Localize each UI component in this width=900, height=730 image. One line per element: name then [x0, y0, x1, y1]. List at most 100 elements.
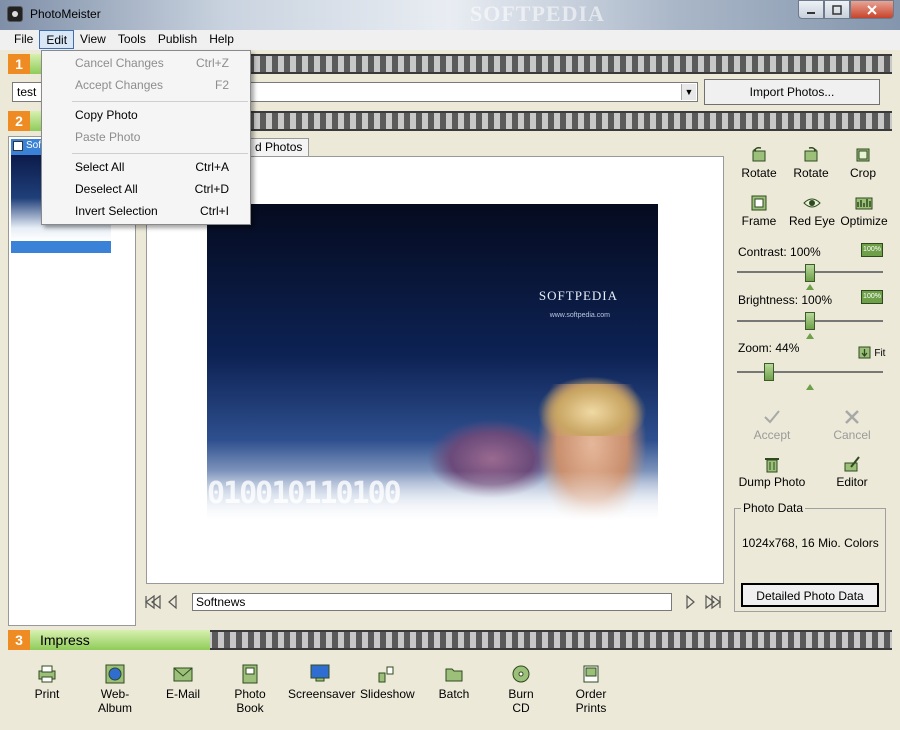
burn-cd-button[interactable]: Burn CD	[500, 664, 542, 715]
chevron-down-icon[interactable]: ▼	[681, 84, 696, 100]
tab-photos[interactable]: d Photos	[248, 138, 310, 156]
optimize-icon	[855, 197, 873, 210]
cancel-button[interactable]: Cancel	[828, 408, 876, 442]
brightness-slider-knob[interactable]	[805, 312, 815, 330]
burn-cd-label: Burn CD	[508, 687, 534, 715]
eye-icon	[803, 198, 821, 208]
section-2-number: 2	[8, 111, 30, 131]
next-photo-button[interactable]	[685, 594, 697, 613]
maximize-button[interactable]	[824, 0, 850, 19]
section-3-strip: 3 Impress	[8, 630, 892, 650]
impress-toolbar: Print Web-Album E-Mail Photo Book Screen…	[8, 652, 892, 722]
detailed-photo-data-button[interactable]: Detailed Photo Data	[741, 583, 879, 607]
menu-edit[interactable]: Edit	[39, 30, 75, 49]
menu-item-cancel-changes[interactable]: Cancel Changes Ctrl+Z	[43, 53, 249, 73]
first-photo-button[interactable]	[144, 594, 162, 613]
print-button[interactable]: Print	[33, 664, 61, 701]
menu-help[interactable]: Help	[203, 30, 240, 49]
slideshow-icon	[378, 666, 394, 683]
thumbnail-label: Sof	[26, 140, 42, 151]
zoom-slider-knob[interactable]	[764, 363, 775, 381]
contrast-slider-knob[interactable]	[805, 264, 815, 282]
menu-item-invert-selection[interactable]: Invert Selection Ctrl+I	[43, 201, 249, 221]
section-3-tab[interactable]: Impress	[30, 630, 210, 650]
globe-icon	[105, 664, 125, 684]
menu-item-paste-photo[interactable]: Paste Photo	[43, 127, 249, 147]
minimize-button[interactable]	[798, 0, 824, 19]
screensaver-button[interactable]: Screensaver	[288, 664, 356, 701]
accept-button[interactable]: Accept	[748, 408, 796, 442]
optimize-label: Optimize	[840, 214, 888, 228]
menu-item-copy-photo[interactable]: Copy Photo	[43, 105, 249, 125]
menu-item-shortcut: Ctrl+A	[195, 160, 229, 174]
minimize-icon	[807, 11, 815, 14]
order-prints-label: Order Prints	[575, 687, 607, 715]
cancel-icon	[845, 410, 859, 424]
frame-label: Frame	[741, 214, 777, 228]
menu-view[interactable]: View	[74, 30, 112, 49]
photo-preview[interactable]: SOFTPEDIA www.softpedia.com 010010110100	[207, 204, 658, 541]
cd-icon	[512, 665, 530, 683]
monitor-icon	[310, 664, 330, 682]
contrast-label: Contrast: 100%	[738, 245, 821, 259]
photo-hair	[537, 376, 647, 436]
optimize-button[interactable]: Optimize	[840, 194, 888, 228]
menu-tools[interactable]: Tools	[112, 30, 152, 49]
rotate-left-label: Rotate	[741, 166, 777, 180]
editor-button[interactable]: Editor	[830, 455, 874, 489]
last-photo-button[interactable]	[704, 594, 722, 613]
menu-item-label: Accept Changes	[75, 78, 164, 92]
contrast-reset-button[interactable]: 100%	[861, 243, 883, 257]
brightness-label: Brightness: 100%	[738, 293, 833, 307]
brightness-reset-button[interactable]: 100%	[861, 290, 883, 304]
menu-file[interactable]: File	[8, 30, 39, 49]
batch-label: Batch	[438, 687, 470, 701]
menu-item-label: Select All	[75, 160, 125, 174]
close-button[interactable]	[850, 0, 894, 19]
zoom-slider[interactable]	[737, 371, 883, 373]
window-controls	[798, 0, 894, 19]
email-button[interactable]: E-Mail	[166, 664, 200, 701]
screensaver-label: Screensaver	[288, 687, 356, 701]
crop-label: Crop	[849, 166, 876, 180]
batch-button[interactable]: Batch	[438, 664, 470, 701]
menu-item-deselect-all[interactable]: Deselect All Ctrl+D	[43, 179, 249, 199]
web-album-button[interactable]: Web-Album	[86, 664, 144, 715]
trash-icon	[765, 458, 779, 473]
fit-button[interactable]: Fit	[858, 345, 885, 359]
printer-icon	[38, 665, 56, 683]
book-icon	[242, 664, 258, 684]
prev-photo-button[interactable]	[166, 594, 178, 613]
email-label: E-Mail	[166, 687, 201, 701]
red-eye-button[interactable]: Red Eye	[788, 194, 836, 228]
skip-first-icon	[145, 594, 161, 610]
rotate-right-button[interactable]: Rotate	[790, 146, 832, 180]
zoom-label: Zoom: 44%	[738, 341, 800, 355]
edit-menu-dropdown: Cancel Changes Ctrl+Z Accept Changes F2 …	[41, 50, 251, 225]
menu-item-label: Copy Photo	[75, 108, 138, 122]
frame-button[interactable]: Frame	[738, 194, 780, 228]
rotate-right-icon	[804, 147, 818, 162]
menu-item-shortcut: Ctrl+Z	[196, 56, 229, 70]
print-label: Print	[34, 687, 60, 701]
menu-item-select-all[interactable]: Select All Ctrl+A	[43, 157, 249, 177]
slideshow-button[interactable]: Slideshow	[360, 664, 415, 701]
caption-field[interactable]: Softnews	[192, 593, 672, 611]
rotate-left-button[interactable]: Rotate	[738, 146, 780, 180]
menu-item-label: Deselect All	[75, 182, 138, 196]
menu-item-shortcut: Ctrl+I	[199, 204, 229, 218]
fit-icon	[858, 346, 871, 359]
menu-item-accept-changes[interactable]: Accept Changes F2	[43, 75, 249, 95]
skip-last-icon	[705, 594, 721, 610]
order-prints-button[interactable]: Order Prints	[562, 664, 620, 715]
thumbnail-checkbox[interactable]	[13, 141, 23, 151]
watermark: SOFTPEDIA	[470, 1, 605, 26]
photo-book-button[interactable]: Photo Book	[220, 664, 280, 715]
menu-bar: File Edit View Tools Publish Help	[0, 30, 900, 50]
import-photos-button[interactable]: Import Photos...	[704, 79, 880, 105]
dump-photo-button[interactable]: Dump Photo	[738, 455, 806, 489]
crop-button[interactable]: Crop	[844, 146, 882, 180]
menu-separator	[72, 153, 248, 154]
menu-publish[interactable]: Publish	[152, 30, 203, 49]
app-icon	[7, 6, 23, 22]
